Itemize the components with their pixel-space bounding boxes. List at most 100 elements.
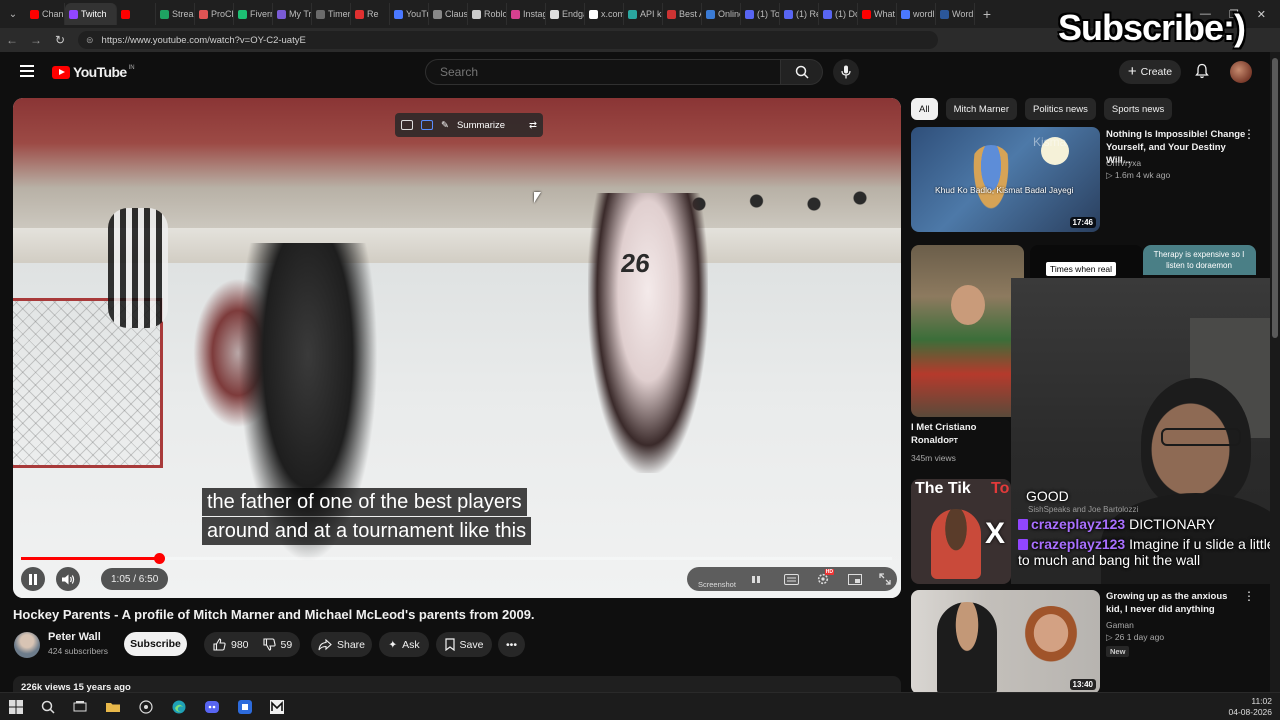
recommended-thumbnail[interactable]: Kisma Khud Ko Badlo, Kismat Badal Jayegi… — [911, 127, 1100, 232]
url-field[interactable]: ⊜ https://www.youtube.com/watch?v=OY-C2-… — [78, 31, 938, 49]
chat-faint-text: SishSpeaks and Joe Bartolozzi — [1028, 505, 1139, 514]
search-button[interactable] — [781, 59, 823, 85]
picture-in-picture-icon[interactable] — [421, 120, 433, 130]
app-m-icon[interactable] — [270, 700, 284, 714]
tab-favicon-icon — [69, 9, 78, 19]
search-input[interactable] — [425, 59, 781, 85]
settings-icon[interactable]: HD — [817, 569, 834, 585]
browser-tab[interactable]: Timers — [312, 3, 351, 25]
pause-icon — [29, 573, 37, 585]
browser-tab[interactable]: API ke — [624, 3, 663, 25]
forward-icon[interactable]: → — [24, 33, 48, 47]
recommended-thumbnail[interactable]: 13:40 — [911, 590, 1100, 694]
channel-avatar[interactable] — [14, 632, 40, 658]
close-window-icon[interactable]: ✕ — [1257, 8, 1266, 21]
file-explorer-icon[interactable] — [106, 700, 120, 714]
miniplayer-icon[interactable] — [848, 572, 862, 585]
summarize-button[interactable]: Summarize — [457, 120, 505, 131]
browser-tab[interactable]: Fiverr — [234, 3, 273, 25]
popout-icon[interactable] — [401, 120, 413, 130]
tab-favicon-icon — [511, 9, 520, 19]
short-title[interactable]: I Met Cristiano RonaldoPT — [911, 421, 1006, 448]
app-blue-icon[interactable] — [238, 700, 252, 714]
system-clock[interactable]: 11:02 04-08-2026 — [1229, 696, 1272, 718]
translate-icon[interactable]: ⇄ — [529, 120, 537, 131]
search-icon — [795, 65, 809, 79]
browser-tab[interactable]: YouTu — [390, 3, 429, 25]
browser-tab[interactable]: What i — [858, 3, 897, 25]
browser-tab[interactable]: Endga — [546, 3, 585, 25]
pause-button[interactable] — [21, 567, 45, 591]
fullscreen-icon[interactable] — [879, 572, 891, 585]
save-button[interactable]: Save — [436, 632, 492, 657]
back-icon[interactable]: ← — [0, 33, 24, 47]
chip-all[interactable]: All — [911, 98, 938, 120]
browser-tab[interactable]: x.com — [585, 3, 624, 25]
discord-icon[interactable] — [205, 700, 219, 714]
more-actions-button[interactable]: ••• — [498, 632, 525, 657]
voice-search-button[interactable] — [833, 59, 859, 85]
notifications-button[interactable] — [1195, 63, 1209, 84]
browser-tab[interactable]: Instag — [507, 3, 546, 25]
subtitles-icon[interactable] — [784, 572, 799, 585]
youtube-logo[interactable]: YouTube IN — [52, 64, 135, 80]
tab-search-chevron-icon[interactable]: ⌄ — [0, 0, 26, 28]
subscribe-button[interactable]: Subscribe — [124, 632, 187, 656]
browser-tab[interactable] — [117, 3, 156, 25]
screenshot-label[interactable]: Screenshot — [698, 580, 736, 589]
more-vertical-icon[interactable]: ⋮ — [1243, 589, 1255, 603]
volume-button[interactable] — [56, 567, 80, 591]
page-scrollbar[interactable] — [1270, 52, 1280, 692]
filter-chips: All Mitch Marner Politics news Sports ne… — [911, 98, 1173, 120]
app-icon[interactable] — [139, 700, 153, 714]
short-thumbnail[interactable] — [911, 245, 1024, 417]
search-icon[interactable] — [41, 700, 55, 714]
browser-tab[interactable]: (1) To — [741, 3, 780, 25]
browser-tab[interactable]: My Tr — [273, 3, 312, 25]
summarize-icon[interactable]: ✎ — [441, 120, 449, 131]
chip-mitch-marner[interactable]: Mitch Marner — [945, 98, 1017, 120]
channel-name[interactable]: Peter Wall — [48, 631, 101, 643]
recommended-channel[interactable]: Gaman — [1106, 619, 1134, 631]
browser-tab[interactable]: (1) Dc — [819, 3, 858, 25]
browser-tab[interactable]: wordli — [897, 3, 936, 25]
recommended-channel[interactable]: OmVryxa — [1106, 157, 1141, 169]
browser-tab[interactable]: ProCh — [195, 3, 234, 25]
task-view-icon[interactable] — [73, 700, 87, 714]
share-button[interactable]: Share — [311, 632, 372, 657]
caption-line-1: the father of one of the best players — [202, 488, 527, 516]
browser-tab[interactable]: Word — [936, 3, 975, 25]
site-info-icon[interactable]: ⊜ — [86, 35, 94, 46]
browser-tab[interactable]: Re — [351, 3, 390, 25]
browser-tab[interactable]: Strean — [156, 3, 195, 25]
browser-tab[interactable]: Claust — [429, 3, 468, 25]
progress-bar[interactable] — [21, 553, 892, 564]
chip-politics-news[interactable]: Politics news — [1025, 98, 1096, 120]
browser-tab[interactable]: Roblo — [468, 3, 507, 25]
reload-icon[interactable]: ↻ — [48, 33, 72, 47]
ask-button[interactable]: ✦ Ask — [379, 632, 429, 657]
dislike-button[interactable]: 59 — [258, 632, 302, 657]
autoplay-toggle-icon[interactable] — [750, 572, 762, 583]
jersey-number: 26 — [619, 248, 652, 278]
browser-tab[interactable]: Best A — [663, 3, 702, 25]
browser-tab[interactable]: Onlinc — [702, 3, 741, 25]
account-avatar[interactable] — [1230, 61, 1252, 83]
menu-icon[interactable] — [20, 65, 34, 77]
video-player[interactable]: 26 ✎ Summarize ⇄ the father of one of th… — [13, 98, 901, 598]
tab-label: Timers — [328, 9, 351, 19]
new-tab-button[interactable]: + — [975, 6, 999, 22]
chip-sports-news[interactable]: Sports news — [1103, 98, 1173, 120]
scrollbar-thumb[interactable] — [1272, 58, 1278, 338]
browser-tab[interactable]: (1) Re — [780, 3, 819, 25]
edge-browser-icon[interactable] — [172, 700, 186, 714]
short-thumbnail[interactable]: Therapy is expensive so I listen to dora… — [1143, 245, 1256, 275]
windows-start-icon[interactable] — [9, 700, 23, 714]
browser-tab[interactable]: Twitch — [65, 3, 117, 25]
browser-tab[interactable]: Chann — [26, 3, 65, 25]
tab-favicon-icon — [667, 9, 676, 19]
more-vertical-icon[interactable]: ⋮ — [1243, 127, 1255, 141]
create-button[interactable]: + Create — [1119, 60, 1181, 84]
like-button[interactable]: 980 — [204, 632, 258, 657]
recommended-title[interactable]: Growing up as the anxious kid, I never d… — [1106, 590, 1246, 616]
